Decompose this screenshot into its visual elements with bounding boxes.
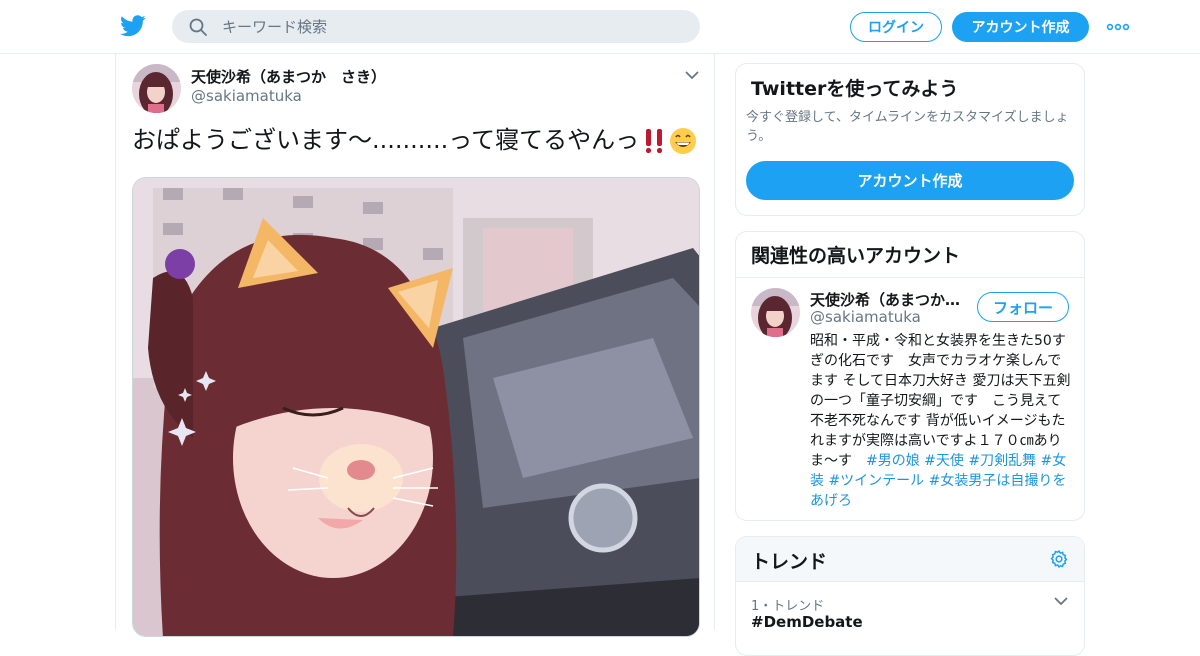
signup-promo-description: 今すぐ登録して、タイムラインをカスタマイズしましょう。 (746, 110, 1069, 144)
photo-image (133, 178, 699, 636)
signup-promo-card: Twitterを使ってみよう 今すぐ登録して、タイムラインをカスタマイズしましょ… (735, 63, 1085, 216)
chevron-down-icon[interactable] (684, 70, 700, 80)
gear-icon[interactable] (1049, 549, 1069, 569)
tweet-text-body: おぱようございます～..........って寝てるやんっ (132, 126, 640, 154)
tweet-card: 天使沙希（あまつか さき） @sakiamatuka おぱようございます～...… (115, 54, 715, 637)
avatar-image (751, 288, 800, 337)
tweet-text: おぱようございます～..........って寝てるやんっ (132, 120, 697, 155)
avatar-image (132, 64, 181, 113)
related-accounts-title: 関連性の高いアカウント (751, 245, 961, 267)
trends-card: トレンド 1・トレンド #DemDebate (735, 536, 1085, 656)
twitter-bird-icon[interactable] (120, 14, 146, 38)
chevron-down-icon[interactable] (1054, 597, 1068, 606)
related-account-name[interactable]: 天使沙希（あまつか… (810, 289, 968, 310)
search-icon (189, 18, 207, 36)
trend-item[interactable]: #DemDebate (751, 613, 863, 631)
tweet-photo[interactable] (132, 177, 700, 637)
tweet-author-handle[interactable]: @sakiamatuka (191, 87, 302, 105)
search-bar[interactable] (172, 10, 700, 43)
trend-meta: 1・トレンド (751, 599, 825, 614)
more-options-icon[interactable] (1106, 20, 1130, 34)
signup-button[interactable]: アカウント作成 (952, 12, 1089, 42)
signup-cta-button[interactable]: アカウント作成 (746, 161, 1074, 200)
follow-button[interactable]: フォロー (977, 292, 1069, 322)
tweet-author-name[interactable]: 天使沙希（あまつか さき） (191, 66, 386, 87)
grinning-face-icon (670, 128, 697, 154)
signup-promo-title: Twitterを使ってみよう (751, 78, 959, 100)
avatar[interactable] (132, 64, 181, 113)
divider (736, 277, 1084, 278)
login-button[interactable]: ログイン (850, 12, 942, 42)
search-input[interactable] (222, 10, 682, 43)
bio-text: 昭和・平成・令和と女装界を生きた50すぎの化石です 女声でカラオケ楽しんでます … (810, 333, 1071, 469)
related-accounts-card: 関連性の高いアカウント 天使沙希（あまつか… @sakiamatuka フォロー… (735, 231, 1085, 521)
related-account-handle[interactable]: @sakiamatuka (810, 308, 921, 326)
trends-title: トレンド (751, 551, 828, 573)
related-account-bio: 昭和・平成・令和と女装界を生きた50すぎの化石です 女声でカラオケ楽しんでます … (810, 331, 1072, 511)
double-exclamation-icon (645, 129, 663, 154)
top-navigation-bar: ログイン アカウント作成 (0, 0, 1200, 54)
avatar[interactable] (751, 288, 800, 337)
